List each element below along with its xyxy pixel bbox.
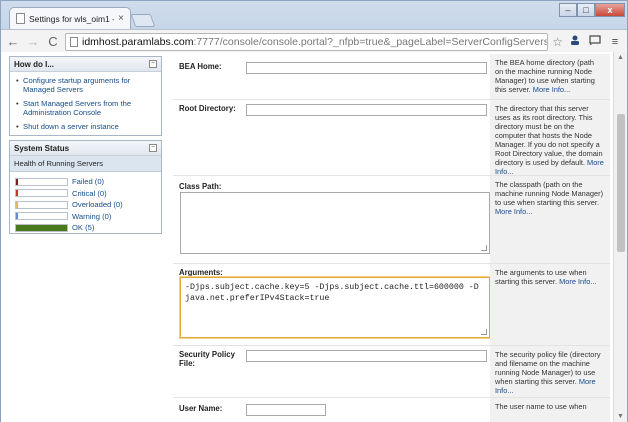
address-bar[interactable]: idmhost.paramlabs.com:7777/console/conso… [65,32,549,51]
health-heading: Health of Running Servers [10,156,161,172]
security-policy-input[interactable] [246,350,487,362]
browser-toolbar: ← → C idmhost.paramlabs.com:7777/console… [1,29,627,53]
health-bar [15,212,68,220]
panel-header: System Status − [10,141,161,156]
browser-window-frame: Settings for wls_oim1 - IDM × – □ x ← → … [0,0,628,53]
form-row-class-path: Class Path: The classpath (path on the m… [173,176,610,264]
url-path: :7777/console/console.portal?_nfpb=true&… [193,35,549,48]
form-row-user-name: User Name: The user name to use when [173,398,610,422]
health-color-mark [16,213,18,219]
security-policy-help: The security policy file (directory and … [490,346,610,397]
server-start-form: BEA Home: The BEA home directory (path o… [173,54,610,422]
class-path-textarea[interactable] [180,192,490,254]
health-list: Failed (0) Critical (0) Overloaded (0) Warn… [10,172,161,240]
health-row: Overloaded (0) [15,199,156,210]
howdo-link-start-managed-servers[interactable]: Start Managed Servers from the Administr… [15,99,156,117]
form-row-arguments: Arguments: -Djps.subject.cache.key=5 -Dj… [173,264,610,346]
window-controls: – □ x [559,3,625,17]
resize-grip[interactable] [481,329,487,335]
new-tab-button[interactable] [130,14,156,27]
arguments-help: The arguments to use when starting this … [490,264,610,345]
howdo-link-shut-down-server[interactable]: Shut down a server instance [15,122,156,131]
url-text: idmhost.paramlabs.com:7777/console/conso… [82,35,549,48]
back-icon[interactable]: ← [5,34,21,50]
form-row-security-policy: Security Policy File: The security polic… [173,346,610,398]
howdo-link-configure-startup-args[interactable]: Configure startup arguments for Managed … [15,76,156,94]
page-scrollbar[interactable]: ▲ ▼ [613,52,627,422]
health-bar [15,200,68,209]
security-policy-label: Security Policy File: [179,350,235,368]
arguments-value: -Djps.subject.cache.key=5 -Djps.subject.… [185,283,479,303]
panel-header: How do I... − [10,57,161,72]
health-link[interactable]: Warning (0) [72,212,111,221]
scrollbar-thumb[interactable] [617,114,625,252]
browser-menu-icon[interactable]: ≡ [607,34,623,50]
form-row-root-directory: Root Directory: The directory that this … [173,100,610,176]
health-link[interactable]: OK (5) [72,223,94,232]
system-status-panel: System Status − Health of Running Server… [9,140,162,234]
health-link[interactable]: Critical (0) [72,189,107,198]
minimize-button[interactable]: – [559,3,577,17]
health-link[interactable]: Overloaded (0) [72,200,123,209]
more-info-link[interactable]: More Info... [495,207,532,216]
panel-title: How do I... [14,59,54,69]
health-color-mark [16,190,18,196]
more-info-link[interactable]: More Info... [533,85,570,94]
help-text: The user name to use when [495,402,587,411]
health-bar [15,189,68,197]
health-bar [15,177,68,186]
health-link[interactable]: Failed (0) [72,177,104,186]
panel-title: System Status [14,143,70,153]
bookmark-star-icon[interactable]: ☆ [552,35,563,49]
root-directory-label: Root Directory: [179,104,236,113]
page-icon [16,13,25,24]
user-name-label: User Name: [179,404,223,413]
scroll-up-arrow-icon[interactable]: ▲ [617,54,624,61]
browser-tab[interactable]: Settings for wls_oim1 - IDM × [9,7,131,29]
resize-grip[interactable] [481,245,487,251]
arguments-textarea[interactable]: -Djps.subject.cache.key=5 -Djps.subject.… [180,277,490,338]
collapse-icon[interactable]: − [149,144,157,152]
user-name-help: The user name to use when [490,398,610,422]
health-row: OK (5) [15,222,156,233]
health-row: Critical (0) [15,188,156,199]
arguments-label: Arguments: [179,268,223,277]
bea-home-help: The BEA home directory (path on the mach… [490,54,610,99]
reload-icon[interactable]: C [45,34,61,50]
cast-icon[interactable] [587,34,603,50]
class-path-label: Class Path: [179,182,222,191]
scroll-down-arrow-icon[interactable]: ▼ [617,413,624,420]
tab-title: Settings for wls_oim1 - IDM [29,13,114,24]
bea-home-label: BEA Home: [179,62,222,71]
page-icon [70,36,78,47]
url-host: idmhost.paramlabs.com [82,35,194,48]
user-name-input[interactable] [246,404,326,416]
close-window-button[interactable]: x [595,3,625,17]
root-directory-input[interactable] [246,104,487,116]
maximize-button[interactable]: □ [577,3,595,17]
forward-icon[interactable]: → [25,34,41,50]
health-row: Failed (0) [15,176,156,187]
collapse-icon[interactable]: − [149,60,157,68]
help-text: The classpath (path on the machine runni… [495,180,604,207]
more-info-link[interactable]: More Info... [559,277,596,286]
bea-home-input[interactable] [246,62,487,74]
health-row: Warning (0) [15,211,156,222]
how-do-i-panel: How do I... − Configure startup argument… [9,56,162,136]
health-color-mark [16,201,18,208]
extension-person-icon[interactable] [567,34,583,50]
health-bar-fill [16,224,67,231]
close-tab-icon[interactable]: × [118,13,124,24]
root-directory-help: The directory that this server uses as i… [490,100,610,176]
page-content: How do I... − Configure startup argument… [0,52,628,422]
form-row-bea-home: BEA Home: The BEA home directory (path o… [173,54,610,100]
class-path-help: The classpath (path on the machine runni… [490,176,610,263]
health-bar [15,223,68,232]
health-color-mark [16,178,18,185]
